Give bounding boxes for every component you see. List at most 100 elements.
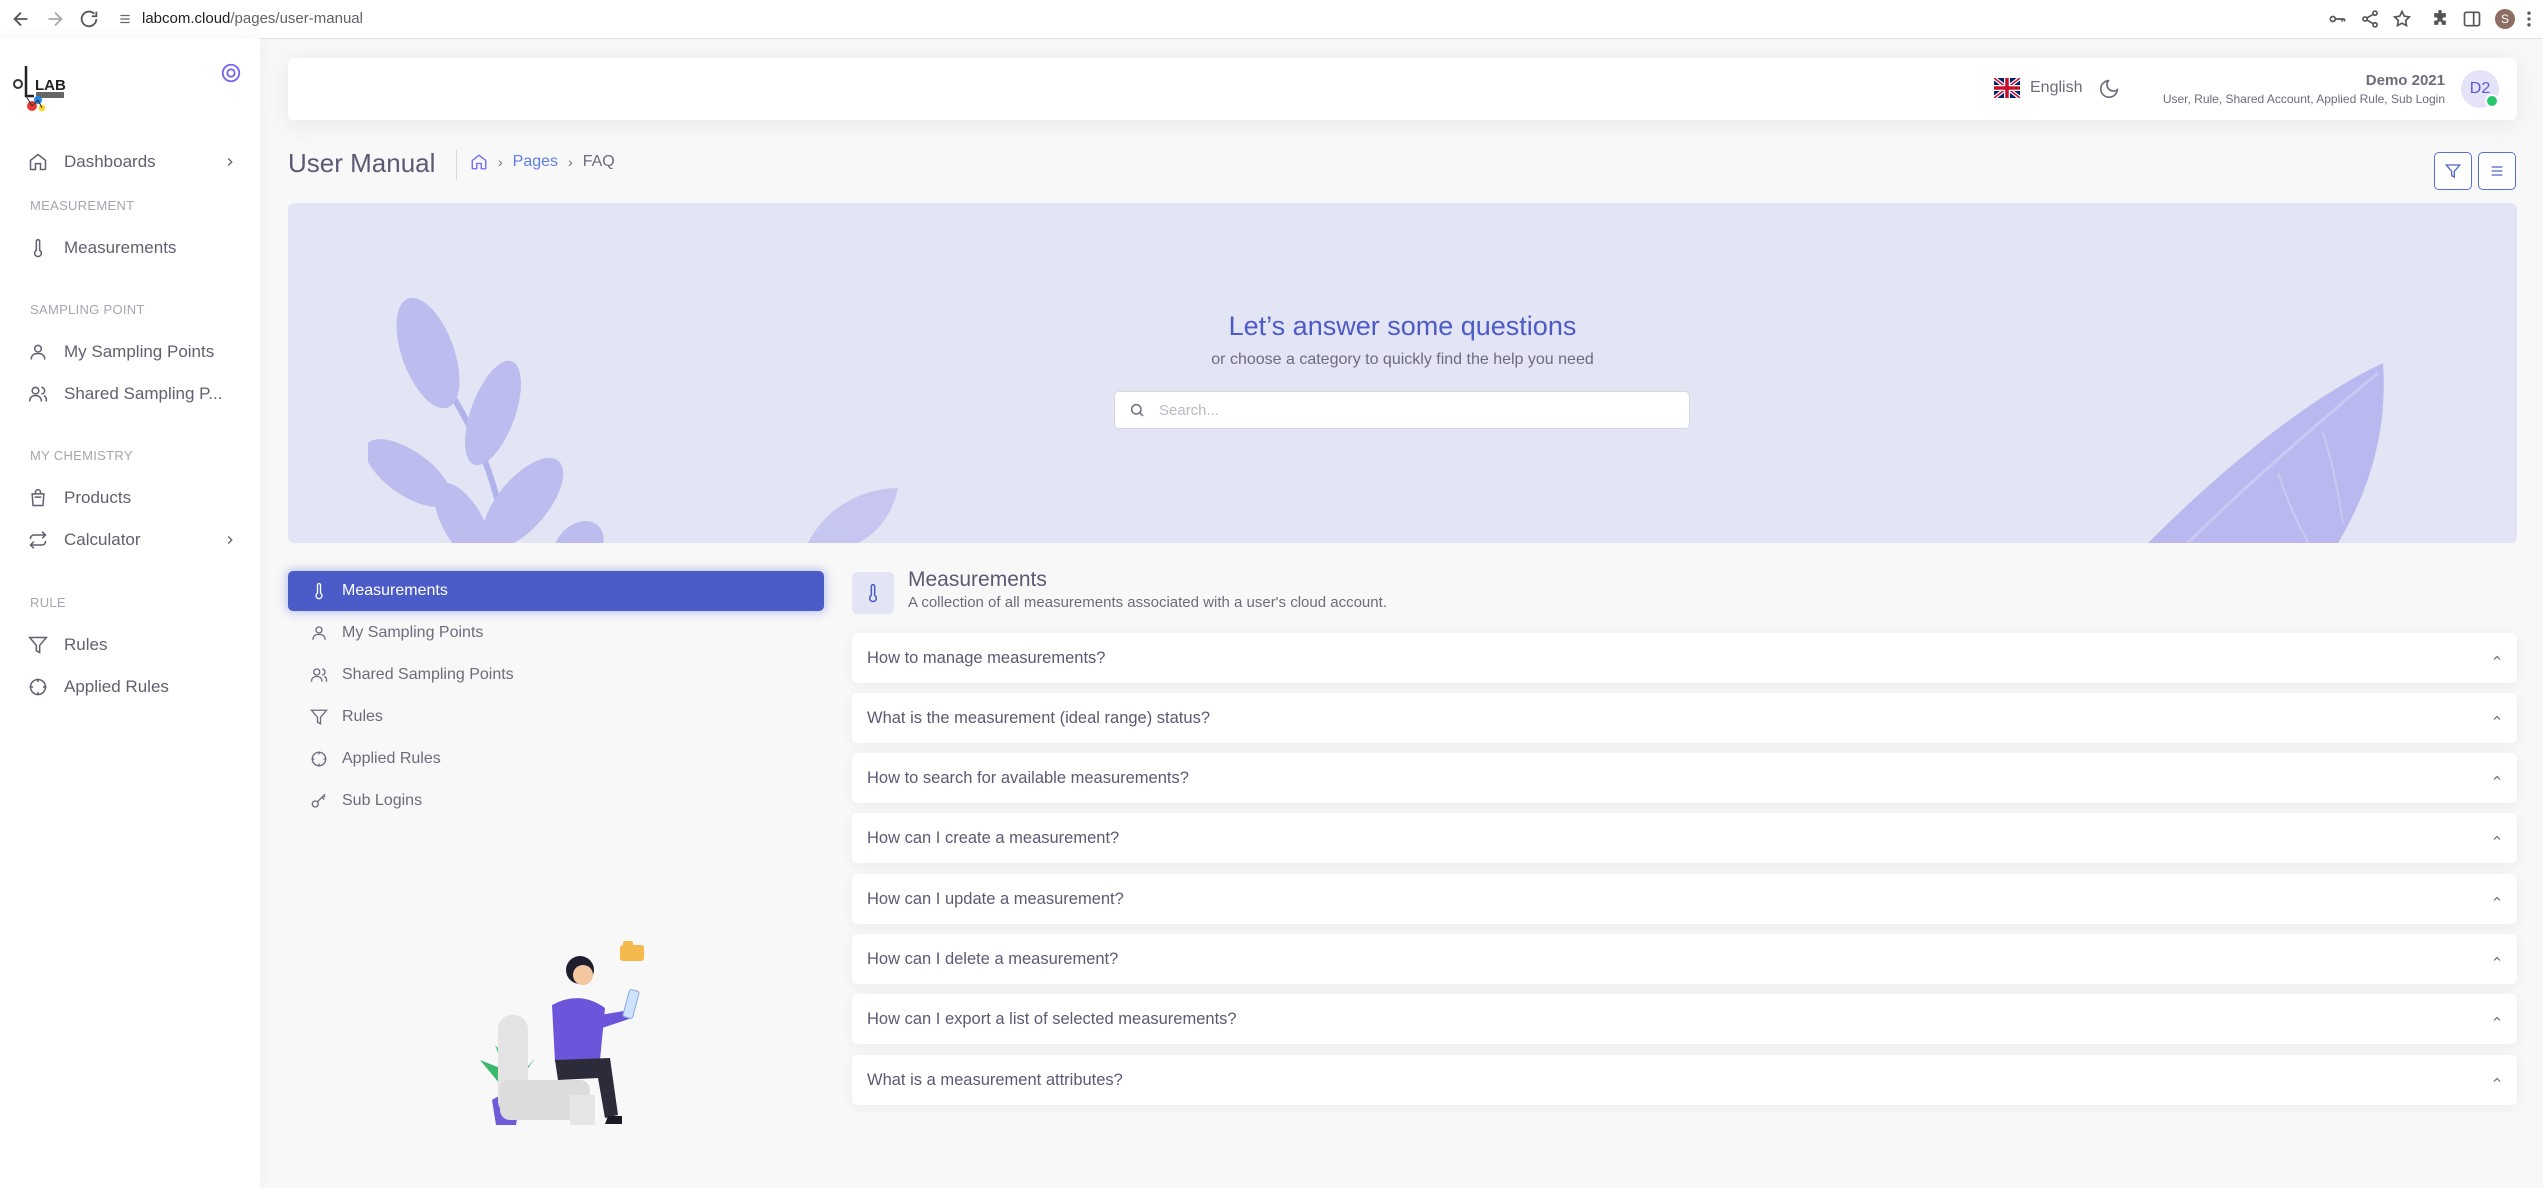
users-icon [310, 666, 328, 684]
faq-question[interactable]: How to search for available measurements… [852, 753, 2517, 803]
leaf-illustration-right [2148, 363, 2384, 543]
filter-button[interactable] [2434, 152, 2472, 190]
crosshair-icon [310, 750, 328, 768]
avatar[interactable]: D2 [2461, 70, 2499, 108]
side-panel-icon[interactable] [2462, 9, 2482, 29]
sidebar-item-shared-sampling-points[interactable]: Shared Sampling P... [28, 376, 243, 412]
faq-question[interactable]: How can I export a list of selected meas… [852, 994, 2517, 1044]
faq-question[interactable]: How can I update a measurement? [852, 874, 2517, 924]
filter-icon [2445, 163, 2461, 179]
sidebar-item-label: Measurements [64, 238, 177, 257]
share-icon[interactable] [2360, 9, 2380, 29]
key-icon[interactable] [2327, 9, 2347, 29]
faq-question[interactable]: How to manage measurements? [852, 633, 2517, 683]
breadcrumb-separator: › [568, 154, 573, 170]
category-label: Sub Logins [342, 792, 423, 809]
category-label: My Sampling Points [342, 624, 484, 641]
faq-question-text: How can I export a list of selected meas… [867, 1009, 1237, 1028]
category-label: Shared Sampling Points [342, 666, 514, 683]
category-applied-rules[interactable]: Applied Rules [288, 739, 824, 779]
thermometer-icon [28, 238, 48, 258]
chevron-up-icon [2491, 712, 2503, 724]
home-icon[interactable] [470, 153, 488, 171]
sidebar-item-my-sampling-points[interactable]: My Sampling Points [28, 334, 243, 370]
sidebar-item-label: Calculator [64, 530, 141, 549]
category-my-sampling-points[interactable]: My Sampling Points [288, 613, 824, 653]
sidebar-item-label: Products [64, 488, 132, 507]
faq-section-title: Measurements [908, 568, 1047, 591]
faq-question-text: How to manage measurements? [867, 648, 1106, 667]
key-icon [310, 792, 328, 810]
search-icon [1129, 402, 1145, 418]
breadcrumb-pages[interactable]: Pages [513, 153, 558, 171]
category-rules[interactable]: Rules [288, 697, 824, 737]
chevron-up-icon [2491, 1074, 2503, 1086]
address-bar[interactable]: labcom.cloud/pages/user-manual [118, 10, 363, 27]
search-input[interactable] [1157, 400, 1681, 420]
site-info-icon[interactable] [118, 12, 132, 26]
user-icon [310, 624, 328, 642]
category-label: Applied Rules [342, 750, 441, 767]
hero-title: Let’s answer some questions [1228, 311, 1577, 341]
user-icon [28, 342, 48, 362]
faq-question[interactable]: What is a measurement attributes? [852, 1055, 2517, 1105]
sidebar-item-products[interactable]: Products [28, 480, 243, 516]
back-arrow-icon[interactable] [10, 8, 32, 30]
menu-icon [2489, 163, 2505, 179]
url-host: labcom.cloud [142, 10, 231, 27]
hero-subtitle: or choose a category to quickly find the… [1211, 351, 1594, 368]
top-navbar: English Demo 2021 User, Rule, Shared Acc… [288, 58, 2517, 120]
forward-arrow-icon[interactable] [44, 8, 66, 30]
shopping-bag-icon [28, 488, 48, 508]
sidebar-item-rules[interactable]: Rules [28, 627, 243, 663]
more-vertical-icon[interactable] [2526, 9, 2536, 29]
sidebar-item-label: Applied Rules [64, 677, 169, 696]
category-sub-logins[interactable]: Sub Logins [288, 781, 824, 821]
woman-reading-illustration [480, 941, 644, 1125]
category-measurements[interactable]: Measurements [288, 571, 824, 611]
faq-question-text: How can I delete a measurement? [867, 949, 1119, 968]
sidebar-item-label: Dashboards [64, 152, 156, 171]
repeat-icon [28, 530, 48, 550]
category-label: Measurements [342, 582, 448, 599]
menu-button[interactable] [2478, 152, 2516, 190]
reload-icon[interactable] [78, 8, 100, 30]
faq-search[interactable] [1114, 391, 1690, 429]
labcom-logo[interactable]: LAB [12, 62, 70, 112]
uk-flag-icon [1994, 78, 2020, 98]
sidebar-item-applied-rules[interactable]: Applied Rules [28, 669, 243, 705]
extensions-icon[interactable] [2430, 9, 2450, 29]
chevron-up-icon [2491, 652, 2503, 664]
category-label: Rules [342, 708, 383, 725]
sidebar-item-measurements[interactable]: Measurements [28, 230, 243, 266]
chevron-up-icon [2491, 893, 2503, 905]
faq-question-text: What is the measurement (ideal range) st… [867, 708, 1210, 727]
language-dropdown[interactable]: English [1994, 78, 2082, 98]
filter-icon [28, 635, 48, 655]
home-icon [28, 152, 48, 172]
browser-toolbar: labcom.cloud/pages/user-manual S [0, 0, 2543, 39]
user-name[interactable]: Demo 2021 [2366, 72, 2445, 89]
collapse-sidebar-icon[interactable] [220, 62, 242, 84]
faq-question-text: What is a measurement attributes? [867, 1070, 1123, 1089]
faq-question-text: How can I update a measurement? [867, 889, 1124, 908]
faq-question[interactable]: How can I create a measurement? [852, 813, 2517, 863]
user-roles: User, Rule, Shared Account, Applied Rule… [2162, 92, 2445, 106]
sidebar-item-calculator[interactable]: Calculator [28, 522, 243, 558]
faq-category-icon [852, 572, 894, 614]
moon-icon[interactable] [2098, 78, 2120, 100]
faq-question[interactable]: What is the measurement (ideal range) st… [852, 693, 2517, 743]
breadcrumb-separator: › [498, 154, 503, 170]
profile-avatar[interactable]: S [2495, 9, 2515, 29]
category-shared-sampling-points[interactable]: Shared Sampling Points [288, 655, 824, 695]
sidebar-item-dashboards[interactable]: Dashboards [28, 144, 243, 180]
bookmark-star-icon[interactable] [2392, 9, 2412, 29]
chevron-right-icon [223, 533, 237, 547]
page-title: User Manual [288, 148, 436, 178]
chevron-up-icon [2491, 953, 2503, 965]
sidebar-item-label: Rules [64, 635, 108, 654]
breadcrumb-faq: FAQ [582, 153, 615, 170]
users-icon [28, 384, 48, 404]
faq-question[interactable]: How can I delete a measurement? [852, 934, 2517, 984]
section-rule: RULE [30, 595, 66, 610]
